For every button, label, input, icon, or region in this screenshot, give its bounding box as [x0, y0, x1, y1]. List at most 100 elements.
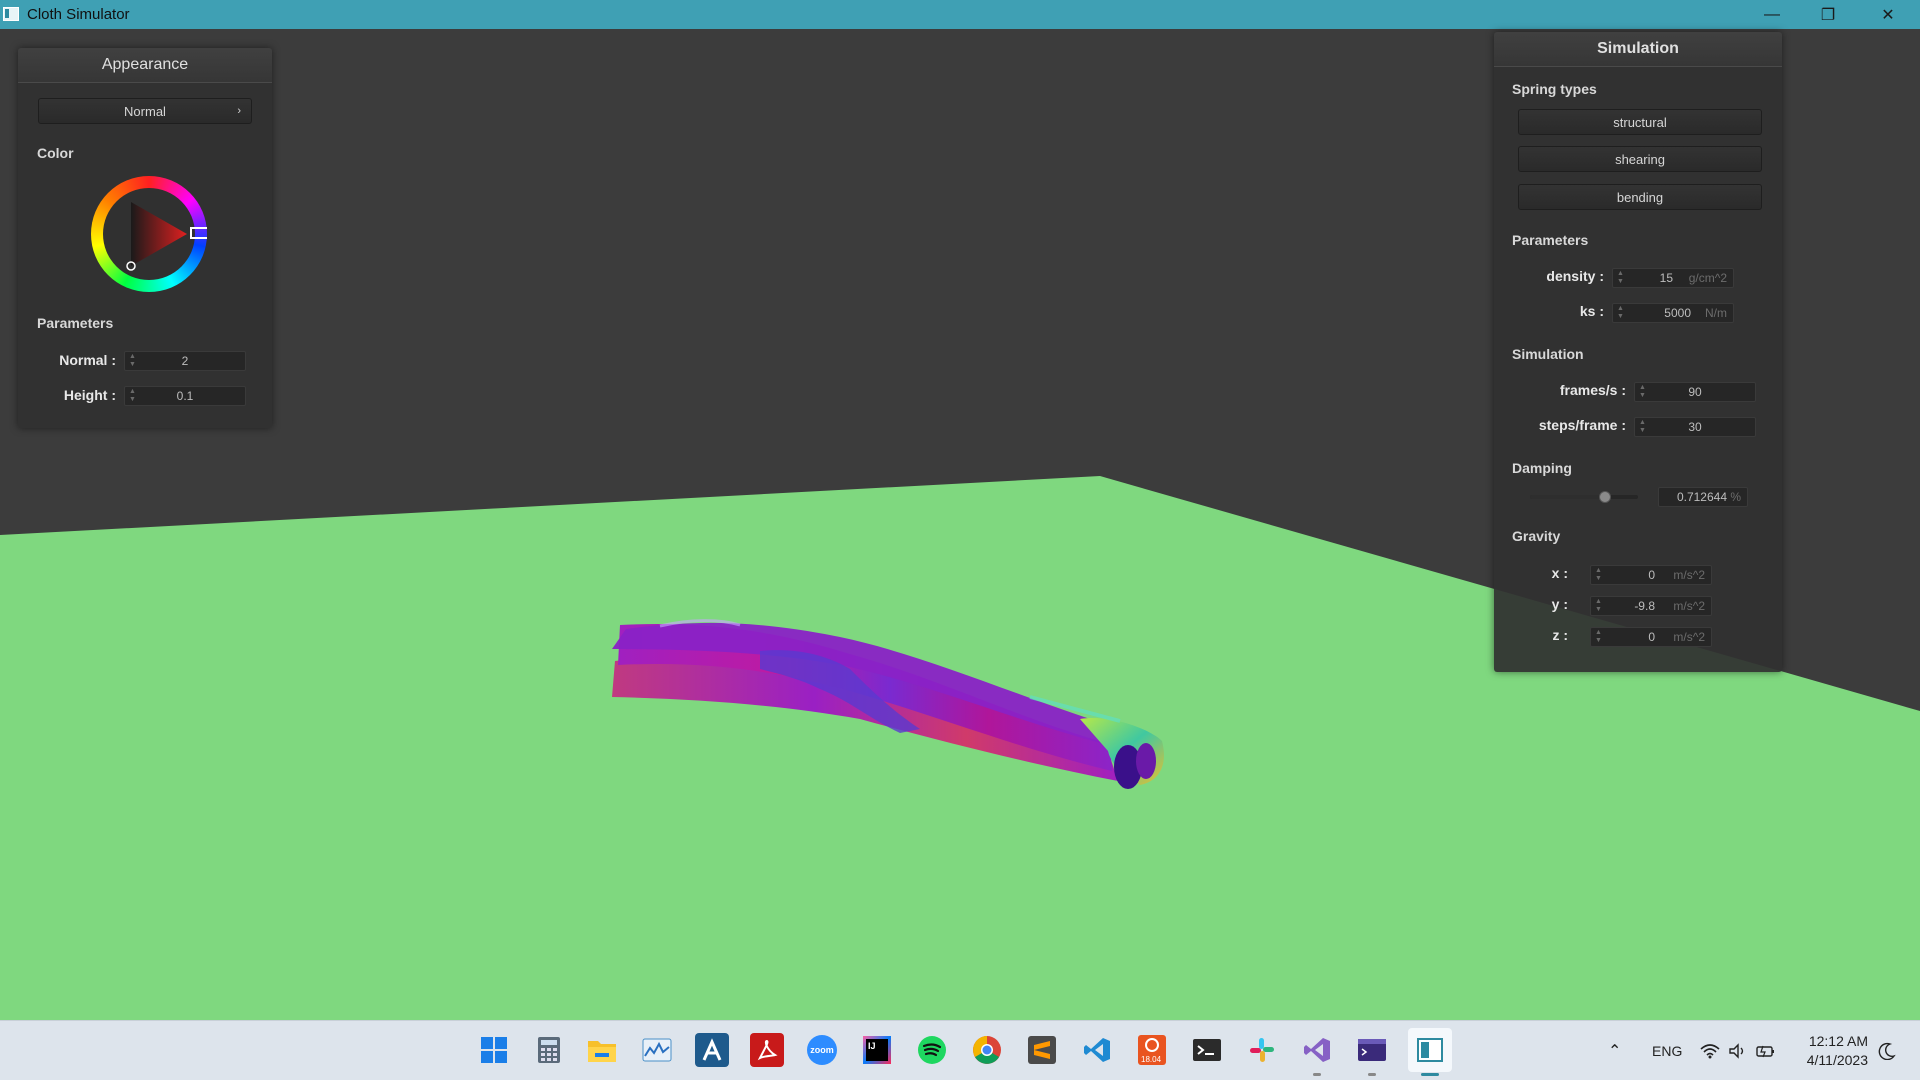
density-unit: g/cm^2	[1688, 271, 1727, 285]
zoom-icon-circle: zoom	[807, 1035, 837, 1065]
gravity-y-unit: m/s^2	[1673, 599, 1705, 613]
gravity-x-label: x :	[1551, 565, 1568, 581]
sublime-text-icon-tile	[1028, 1036, 1056, 1064]
cloth-simulator-taskbar-icon[interactable]	[1408, 1028, 1452, 1072]
chevron-right-icon: ›	[237, 105, 241, 117]
spotify-icon[interactable]	[915, 1033, 949, 1067]
shearing-button[interactable]: shearing	[1518, 146, 1762, 172]
fps-label: frames/s :	[1559, 382, 1626, 398]
spin-arrows-icon: ▲ ▼	[1617, 270, 1624, 285]
visual-studio-icon[interactable]	[1300, 1033, 1334, 1067]
gravity-x-spinbox[interactable]: ▲ ▼ 0 m/s^2	[1590, 565, 1712, 585]
spin-arrows-icon: ▲ ▼	[1595, 629, 1602, 644]
chrome-icon[interactable]	[970, 1033, 1004, 1067]
appearance-panel-title: Appearance	[18, 48, 272, 83]
acrobat-icon[interactable]	[750, 1033, 784, 1067]
appearance-panel: Appearance Normal › Color Parameters Nor…	[18, 48, 272, 428]
spin-arrows-icon: ▲ ▼	[1595, 598, 1602, 613]
windows-start-icon[interactable]	[477, 1033, 511, 1067]
steps-spinbox[interactable]: ▲ ▼ 30	[1634, 417, 1756, 437]
vscode-icon[interactable]	[1080, 1033, 1114, 1067]
terminal-icon[interactable]	[1190, 1033, 1224, 1067]
language-indicator[interactable]: ENG	[1652, 1021, 1682, 1080]
slack-icon[interactable]	[1245, 1033, 1279, 1067]
sim-params-label: Parameters	[1512, 232, 1589, 248]
steps-value: 30	[1688, 420, 1702, 434]
gravity-label: Gravity	[1512, 528, 1561, 544]
height-spinbox[interactable]: ▲ ▼ 0.1	[124, 386, 246, 406]
damping-slider-fill	[1530, 495, 1608, 499]
gravity-y-value: -9.8	[1634, 599, 1655, 613]
mode-dropdown-label: Normal	[124, 103, 166, 119]
density-spinbox[interactable]: ▲ ▼ 15 g/cm^2	[1612, 268, 1734, 288]
color-wheel[interactable]	[91, 176, 207, 292]
volume-icon	[1729, 1043, 1744, 1059]
structural-button[interactable]: structural	[1518, 109, 1762, 135]
clock[interactable]: 12:12 AM 4/11/2023	[1796, 1021, 1868, 1080]
normal-label: Normal :	[59, 352, 116, 368]
damping-slider[interactable]	[1530, 490, 1638, 504]
normal-spinbox[interactable]: ▲ ▼ 2	[124, 351, 246, 371]
zoom-icon[interactable]: zoom	[805, 1033, 839, 1067]
sublime-text-icon[interactable]	[1025, 1033, 1059, 1067]
restore-button[interactable]: ❐	[1800, 0, 1856, 29]
saturation-triangle	[126, 202, 207, 271]
simulation-panel-title: Simulation	[1494, 32, 1782, 67]
wifi-icon	[1700, 1044, 1720, 1059]
fps-spinbox[interactable]: ▲ ▼ 90	[1634, 382, 1756, 402]
intellij-icon-inner: IJ	[866, 1039, 888, 1061]
app-icon	[3, 7, 19, 21]
calculator-icon[interactable]	[532, 1033, 566, 1067]
console-icon[interactable]	[1355, 1033, 1389, 1067]
gravity-y-spinbox[interactable]: ▲ ▼ -9.8 m/s^2	[1590, 596, 1712, 616]
app-icon[interactable]	[695, 1033, 729, 1067]
ubuntu-icon[interactable]: 18.04	[1135, 1033, 1169, 1067]
notification-center[interactable]	[1878, 1021, 1896, 1080]
damping-unit: %	[1730, 490, 1741, 504]
gravity-z-value: 0	[1648, 630, 1655, 644]
ks-unit: N/m	[1705, 306, 1727, 320]
fps-value: 90	[1688, 385, 1702, 399]
damping-value: 0.712644	[1676, 490, 1727, 504]
spring-types-label: Spring types	[1512, 81, 1597, 97]
title-bar: Cloth Simulator — ❐ ✕	[0, 0, 1920, 29]
resource-monitor-icon[interactable]	[640, 1033, 674, 1067]
minimize-button[interactable]: —	[1744, 0, 1800, 29]
damping-value-box[interactable]: 0.712644 %	[1658, 487, 1748, 507]
ubuntu-icon-tile: 18.04	[1138, 1035, 1166, 1065]
density-value: 15	[1659, 271, 1673, 285]
damping-label: Damping	[1512, 460, 1572, 476]
ubuntu-version-label: 18.04	[1141, 1055, 1162, 1064]
intellij-icon-tile: IJ	[863, 1036, 891, 1064]
gravity-z-spinbox[interactable]: ▲ ▼ 0 m/s^2	[1590, 627, 1712, 647]
system-tray: ⌃	[1608, 1021, 1621, 1080]
ubuntu-icon-circle	[1145, 1038, 1159, 1052]
color-section-label: Color	[37, 145, 74, 161]
appearance-params-label: Parameters	[37, 315, 114, 331]
cloth-simulator-active-indicator	[1421, 1073, 1439, 1076]
ks-label: ks :	[1579, 303, 1604, 319]
spin-arrows-icon: ▲ ▼	[1617, 305, 1624, 320]
steps-label: steps/frame :	[1538, 417, 1626, 433]
console-running-indicator	[1368, 1073, 1376, 1076]
damping-slider-handle[interactable]	[1599, 491, 1611, 503]
intellij-icon[interactable]: IJ	[860, 1033, 894, 1067]
taskbar: zoom IJ 18.04 ⌃ ENG 12:12 AM 4/11/2023	[0, 1020, 1920, 1080]
visual-studio-running-indicator	[1313, 1073, 1321, 1076]
height-value: 0.1	[176, 389, 194, 403]
clock-time: 12:12 AM	[1808, 1033, 1868, 1049]
close-button[interactable]: ✕	[1860, 0, 1916, 29]
window-title: Cloth Simulator	[27, 6, 130, 23]
gravity-x-value: 0	[1648, 568, 1655, 582]
ks-spinbox[interactable]: ▲ ▼ 5000 N/m	[1612, 303, 1734, 323]
height-label: Height :	[63, 387, 116, 403]
bending-button[interactable]: bending	[1518, 184, 1762, 210]
gravity-x-unit: m/s^2	[1673, 568, 1705, 582]
gravity-z-unit: m/s^2	[1673, 630, 1705, 644]
network-status[interactable]	[1700, 1021, 1776, 1080]
simulation-panel: Simulation Spring types structural shear…	[1494, 32, 1782, 672]
file-explorer-icon[interactable]	[585, 1033, 619, 1067]
language-label: ENG	[1652, 1043, 1683, 1059]
chevron-up-icon[interactable]: ⌃	[1608, 1041, 1621, 1061]
mode-dropdown-button[interactable]: Normal ›	[38, 98, 252, 124]
